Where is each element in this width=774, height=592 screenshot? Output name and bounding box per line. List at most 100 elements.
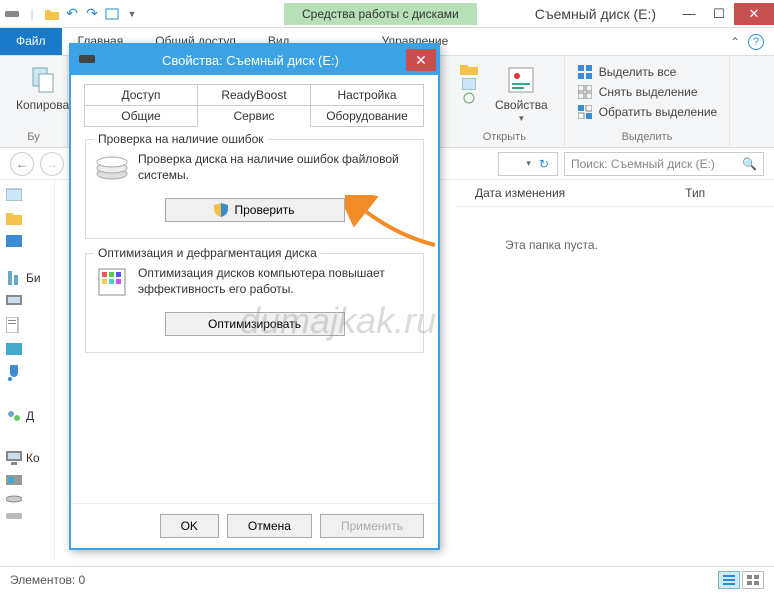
minimize-button[interactable]: — [674,3,704,25]
sidebar-item[interactable] [0,186,54,202]
sidebar-item[interactable] [0,474,54,486]
quick-access-toolbar: | ↶ ↷ ▼ [0,6,144,22]
window-titlebar: | ↶ ↷ ▼ Средства работы с дисками Съемны… [0,0,774,28]
properties-button[interactable]: Свойства ▼ [489,60,554,127]
close-button[interactable]: ✕ [734,3,774,25]
navigation-pane: Би Д Ко [0,180,55,560]
shield-icon [214,203,228,217]
apply-button[interactable]: Применить [320,514,424,538]
ribbon-group-select: Выделить все Снять выделение Обратить вы… [565,56,731,147]
refresh-icon[interactable]: ↻ [535,157,553,171]
dialog-footer: OK Отмена Применить [71,503,438,548]
search-input[interactable]: Поиск: Съемный диск (E:) 🔍 [564,152,764,176]
address-bar[interactable]: ▾ ↻ [498,152,558,176]
tab-general[interactable]: Общие [84,105,198,127]
sidebar-item[interactable] [0,342,54,356]
tab-customize[interactable]: Настройка [310,84,424,106]
breadcrumb-dropdown-icon[interactable]: ▾ [522,158,535,169]
qat-dropdown-icon[interactable]: ▼ [124,6,140,22]
open-icon[interactable] [457,64,481,76]
dialog-close-button[interactable]: ✕ [406,49,436,71]
tab-readyboost[interactable]: ReadyBoost [197,84,311,106]
chevron-down-icon: ▼ [517,114,525,123]
copy-icon [27,64,59,96]
cancel-button[interactable]: Отмена [227,514,312,538]
select-all-icon [577,64,593,80]
sidebar-item[interactable] [0,294,54,308]
dialog-titlebar[interactable]: Свойства: Съемный диск (E:) ✕ [71,45,438,75]
sidebar-computer[interactable]: Ко [0,450,54,466]
sidebar-item[interactable] [0,316,54,334]
sidebar-item[interactable] [0,210,54,226]
window-controls: — ☐ ✕ [674,3,774,25]
check-button-label: Проверить [234,203,294,217]
ribbon-group-clipboard: Копирова Бу [0,56,68,147]
ribbon-group-label: Бу [10,129,57,145]
icons-view-button[interactable] [742,571,764,589]
clear-selection-icon [577,84,593,100]
sidebar-item[interactable] [0,364,54,382]
clear-selection-button[interactable]: Снять выделение [577,84,718,100]
forward-button[interactable]: → [40,152,64,176]
window-title: Съемный диск (E:) [477,6,674,22]
ribbon-group-label: Открыть [455,129,554,145]
sidebar-item[interactable] [0,494,54,504]
drive-icon [4,6,20,22]
copy-label: Копирова [16,98,69,112]
dialog-tabs: Доступ ReadyBoost Настройка Общие Сервис… [85,85,424,127]
tab-hardware[interactable]: Оборудование [310,105,424,127]
ok-button[interactable]: OK [160,514,219,538]
dialog-body: Доступ ReadyBoost Настройка Общие Сервис… [71,75,438,503]
column-date[interactable]: Дата изменения [475,186,565,200]
properties-icon [505,64,537,96]
optimize-button[interactable]: Оптимизировать [165,312,345,336]
search-icon[interactable]: 🔍 [742,157,757,171]
invert-selection-label: Обратить выделение [599,105,718,119]
empty-folder-message: Эта папка пуста. [505,238,598,252]
properties-qat-icon[interactable] [104,6,120,22]
column-headers: Дата изменения Тип [455,180,774,207]
error-check-group: Проверка на наличие ошибок Проверка диск… [85,139,424,239]
select-all-label: Выделить все [599,65,677,79]
defrag-icon [96,266,128,298]
folder-icon[interactable] [44,6,60,22]
column-type[interactable]: Тип [685,186,705,200]
collapse-ribbon-icon[interactable]: ⌃ [730,35,740,49]
item-count: Элементов: 0 [10,573,85,587]
properties-dialog: Свойства: Съемный диск (E:) ✕ Доступ Rea… [69,43,440,550]
tab-file[interactable]: Файл [0,28,62,55]
back-button[interactable]: ← [10,152,34,176]
tab-access[interactable]: Доступ [84,84,198,106]
contextual-tab[interactable]: Средства работы с дисками [284,3,477,25]
ribbon-group-open: Свойства ▼ Открыть [445,56,565,147]
sidebar-item[interactable] [0,234,54,248]
help-icon[interactable]: ? [748,34,764,50]
redo-icon[interactable]: ↷ [84,6,100,22]
invert-selection-button[interactable]: Обратить выделение [577,104,718,120]
ribbon-group-label: Выделить [575,129,720,145]
optimize-button-label: Оптимизировать [208,317,301,331]
copy-button[interactable]: Копирова [10,60,75,116]
dialog-title: Свойства: Съемный диск (E:) [95,53,406,68]
tab-tools[interactable]: Сервис [197,105,311,127]
edit-icon[interactable] [457,78,481,90]
error-check-text: Проверка диска на наличие ошибок файлово… [138,152,413,183]
maximize-button[interactable]: ☐ [704,3,734,25]
drive-icon [79,55,95,65]
optimize-legend: Оптимизация и дефрагментация диска [94,246,321,260]
sidebar-item[interactable] [0,512,54,522]
undo-icon[interactable]: ↶ [64,6,80,22]
sidebar-homegroup[interactable]: Д [0,408,54,424]
history-icon[interactable] [457,92,481,104]
invert-selection-icon [577,104,593,120]
search-placeholder: Поиск: Съемный диск (E:) [571,157,736,171]
clear-selection-label: Снять выделение [599,85,698,99]
check-button[interactable]: Проверить [165,198,345,222]
error-check-legend: Проверка на наличие ошибок [94,132,268,146]
select-all-button[interactable]: Выделить все [577,64,718,80]
details-view-button[interactable] [718,571,740,589]
sidebar-library[interactable]: Би [0,270,54,286]
status-bar: Элементов: 0 [0,566,774,592]
optimize-text: Оптимизация дисков компьютера повышает э… [138,266,413,297]
optimize-group: Оптимизация и дефрагментация диска Оптим… [85,253,424,353]
